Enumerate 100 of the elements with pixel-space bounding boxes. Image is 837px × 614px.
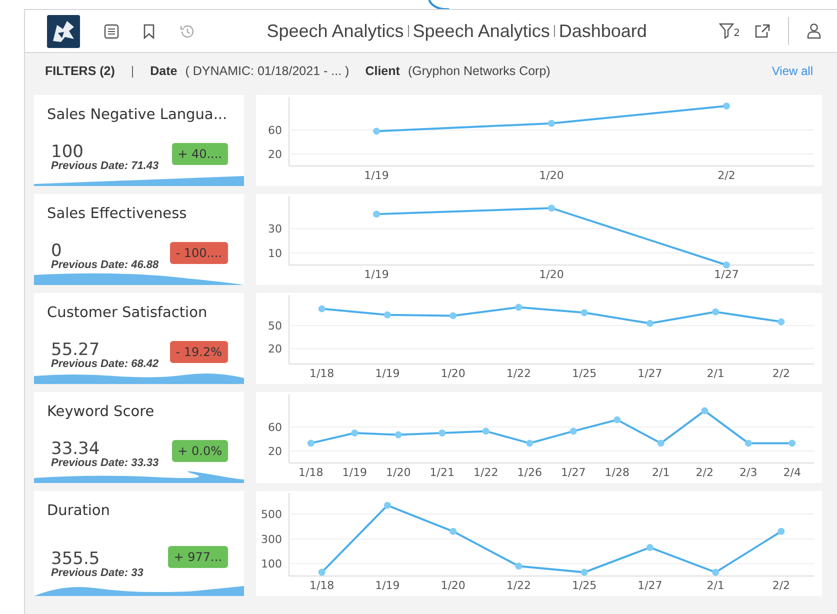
previous-date: Previous Date: 33 — [51, 568, 144, 579]
filter-name: Date — [150, 62, 178, 80]
x-tick-label: 2/2 — [772, 367, 790, 380]
x-tick-label: 1/18 — [298, 466, 324, 479]
metric-title: Sales Effectiveness — [46, 205, 188, 224]
data-point — [788, 440, 796, 447]
x-tick-label: 1/27 — [638, 579, 662, 592]
connector-line — [428, 0, 450, 11]
y-tick-label: 30 — [268, 222, 282, 236]
x-tick-label: 1/20 — [539, 268, 564, 281]
data-point — [701, 407, 708, 414]
data-point — [482, 428, 490, 435]
x-tick-label: 1/20 — [440, 579, 466, 592]
list-icon[interactable] — [104, 24, 119, 38]
x-tick-label: 1/25 — [572, 579, 597, 592]
previous-date: Previous Date: 68.42 — [51, 359, 159, 370]
data-point — [373, 128, 380, 135]
x-tick-label: 1/19 — [364, 268, 389, 281]
data-point — [723, 262, 730, 268]
y-tick-label: 10 — [268, 246, 282, 260]
x-tick-label: 2/3 — [740, 466, 758, 479]
breadcrumb[interactable]: Speech Analytics — [412, 20, 550, 40]
x-tick-label: 1/27 — [561, 466, 586, 479]
metric-title: Duration — [46, 502, 111, 521]
metric-value: 55.27 — [51, 342, 100, 359]
logo-icon[interactable] — [47, 14, 80, 48]
bookmark-icon[interactable] — [143, 24, 155, 38]
metric-title: Customer Satisfaction — [46, 304, 208, 323]
change-badge: + 40.... — [172, 143, 228, 165]
x-tick-label: 1/18 — [309, 367, 334, 380]
y-tick-label: 20 — [268, 148, 282, 161]
data-point — [712, 308, 720, 316]
data-point — [450, 528, 457, 535]
x-tick-label: 1/22 — [506, 367, 532, 380]
y-axis — [288, 294, 290, 364]
change-badge: - 100.... — [170, 242, 228, 264]
data-point — [373, 210, 380, 218]
y-tick-label: 60 — [268, 124, 282, 137]
metric-value: 0 — [51, 243, 62, 260]
y-tick-label: 300 — [261, 532, 282, 546]
filter-name: Client — [365, 62, 400, 80]
x-tick-label: 2/2 — [696, 466, 714, 479]
data-point — [723, 102, 730, 110]
y-axis — [288, 394, 290, 464]
filter-value: ( DYNAMIC: 01/18/2021 - ... ) — [185, 62, 350, 80]
x-tick-label: 1/19 — [375, 367, 400, 380]
data-point — [384, 311, 391, 318]
x-tick-label: 2/1 — [706, 579, 724, 592]
x-tick-label: 2/4 — [783, 466, 801, 479]
metric-value: 33.34 — [51, 441, 100, 458]
breadcrumb-separator — [408, 24, 409, 36]
data-point — [515, 304, 522, 311]
x-tick-label: 1/28 — [604, 466, 630, 479]
y-tick-label: 100 — [261, 558, 282, 571]
x-tick-label: 1/22 — [506, 579, 532, 592]
change-badge: - 19.2% — [170, 341, 228, 363]
data-point — [548, 120, 555, 127]
share-icon[interactable] — [754, 23, 771, 39]
data-point — [657, 440, 664, 447]
filter-value: (Gryphon Networks Corp) — [408, 62, 550, 80]
change-badge: + 0.0% — [172, 440, 228, 462]
x-tick-label: 1/21 — [430, 466, 454, 479]
data-point — [307, 440, 314, 447]
data-point — [646, 320, 654, 327]
data-point — [548, 204, 555, 212]
x-tick-label: 1/27 — [638, 367, 662, 380]
x-tick-label: 1/20 — [539, 169, 564, 182]
y-tick-label: 20 — [268, 445, 282, 458]
data-point — [438, 430, 446, 436]
metric-value: 355.5 — [51, 551, 100, 568]
x-tick-label: 1/25 — [572, 367, 597, 380]
previous-date: Previous Date: 33.33 — [51, 458, 159, 469]
x-tick-label: 1/18 — [309, 579, 334, 592]
data-point — [614, 416, 621, 424]
previous-date: Previous Date: 46.88 — [51, 260, 159, 271]
filters-label: FILTERS (2) — [45, 62, 115, 80]
user-icon[interactable] — [807, 23, 821, 39]
x-tick-label: 1/27 — [714, 268, 739, 281]
x-tick-label: 1/19 — [342, 466, 367, 479]
data-point — [450, 312, 457, 320]
data-point — [778, 318, 785, 326]
breadcrumb[interactable]: Speech Analytics — [266, 20, 404, 40]
data-point — [646, 544, 654, 551]
y-tick-label: 500 — [261, 508, 282, 522]
separator: | — [130, 62, 134, 80]
x-tick-label: 2/2 — [772, 579, 790, 592]
y-axis — [288, 196, 290, 266]
x-tick-label: 2/1 — [706, 367, 724, 380]
x-tick-label: 1/20 — [386, 466, 411, 479]
x-tick-label: 1/22 — [474, 466, 498, 479]
metric-title: Keyword Score — [46, 403, 156, 422]
breadcrumb-separator — [554, 24, 555, 36]
data-point — [570, 428, 577, 435]
data-point — [384, 502, 391, 509]
data-point — [744, 440, 752, 447]
data-point — [318, 305, 326, 312]
x-tick-label: 2/2 — [718, 169, 736, 182]
breadcrumb[interactable]: Dashboard — [558, 20, 647, 40]
data-point — [351, 430, 358, 436]
x-tick-label: 1/20 — [440, 367, 466, 380]
